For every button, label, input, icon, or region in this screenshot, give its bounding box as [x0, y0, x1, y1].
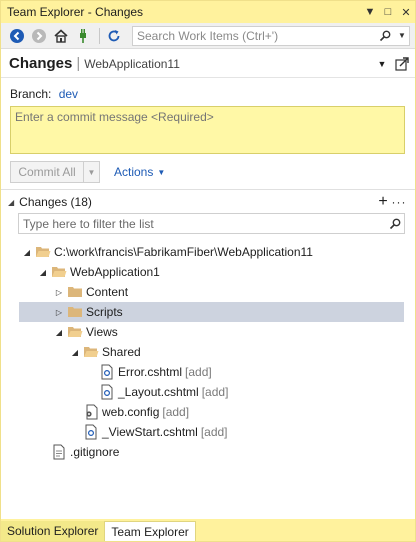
tree-item-label: Error.cshtml [118, 365, 183, 379]
tree-item[interactable]: ◢ Shared [1, 342, 415, 362]
forward-icon[interactable] [29, 26, 49, 46]
change-status-tag: [add] [185, 365, 212, 379]
config-file-icon [83, 404, 99, 420]
branch-row: Branch: dev [10, 87, 78, 101]
header-separator: | [76, 55, 81, 72]
tree-item-label: Shared [102, 345, 141, 359]
expanded-arrow-icon[interactable]: ◢ [37, 268, 49, 277]
folder-icon [67, 304, 83, 320]
tree-item[interactable]: ◢ WebApplication1 [1, 262, 415, 282]
tree-item[interactable]: web.config [add] [1, 402, 415, 422]
toolbar: Search Work Items (Ctrl+') ▼ [1, 23, 415, 49]
changes-count-label: Changes (18) [19, 195, 92, 209]
tree-item[interactable]: ◢ Views [1, 322, 415, 342]
tree-item[interactable]: _ViewStart.cshtml [add] [1, 422, 415, 442]
close-icon[interactable]: ✕ [397, 6, 415, 19]
razor-file-icon [99, 364, 115, 380]
tree-item-label: Content [86, 285, 129, 299]
actions-label: Actions [114, 165, 154, 179]
collapsed-arrow-icon[interactable]: ▷ [53, 288, 65, 297]
folder-open-icon [67, 324, 83, 340]
connect-icon[interactable] [73, 26, 93, 46]
page-header: Changes | WebApplication11 ▼ [1, 50, 415, 78]
repository-name: WebApplication11 [84, 56, 180, 71]
actions-menu[interactable]: Actions ▼ [114, 165, 165, 179]
page-dropdown-icon[interactable]: ▼ [375, 59, 389, 69]
tree-item[interactable]: ▷ Scripts [19, 302, 404, 322]
window-title: Team Explorer - Changes [7, 5, 144, 19]
tab-team-explorer[interactable]: Team Explorer [104, 521, 196, 541]
tree-item[interactable]: ◢ C:\work\francis\FabrikamFiber\WebApplic… [1, 242, 415, 262]
folder-open-icon [83, 344, 99, 360]
title-bar: Team Explorer - Changes ▼ □ ✕ [1, 1, 415, 23]
navigate-out-icon[interactable] [393, 55, 411, 73]
razor-file-icon [99, 384, 115, 400]
tree-item-label: Scripts [86, 305, 123, 319]
page-title[interactable]: Changes [9, 55, 72, 72]
toolbar-separator [99, 27, 100, 44]
refresh-icon[interactable] [104, 26, 124, 46]
commit-all-button[interactable]: Commit All [10, 161, 84, 183]
tab-solution-explorer[interactable]: Solution Explorer [1, 521, 105, 541]
filter-input[interactable]: Type here to filter the list [18, 213, 405, 234]
commit-message-input[interactable] [10, 106, 405, 154]
search-icon[interactable] [379, 30, 395, 42]
text-file-icon [51, 444, 67, 460]
actions-caret-icon: ▼ [157, 167, 166, 177]
folder-open-icon [51, 264, 67, 280]
collapse-triangle-icon[interactable]: ◢ [8, 198, 14, 207]
expanded-arrow-icon[interactable]: ◢ [21, 248, 33, 257]
expanded-arrow-icon[interactable]: ◢ [69, 348, 81, 357]
tree-item-label: WebApplication1 [70, 265, 160, 279]
tree-item[interactable]: ▷ Content [1, 282, 415, 302]
window-menu-icon[interactable]: ▼ [361, 6, 379, 18]
changes-tree: ◢ C:\work\francis\FabrikamFiber\WebApplic… [1, 242, 415, 462]
section-divider [1, 189, 415, 190]
home-icon[interactable] [51, 26, 71, 46]
filter-search-icon[interactable] [386, 218, 404, 230]
tree-item[interactable]: Error.cshtml [add] [1, 362, 415, 382]
expanded-arrow-icon[interactable]: ◢ [53, 328, 65, 337]
commit-actions-row: Commit All ▼ Actions ▼ [10, 160, 165, 184]
maximize-icon[interactable]: □ [379, 6, 397, 18]
branch-link[interactable]: dev [59, 87, 78, 101]
branch-label: Branch: [10, 87, 52, 101]
search-work-items-input[interactable]: Search Work Items (Ctrl+') ▼ [132, 25, 410, 46]
back-icon[interactable] [7, 26, 27, 46]
tree-item-label: _ViewStart.cshtml [102, 425, 198, 439]
search-dropdown-icon[interactable]: ▼ [395, 31, 409, 40]
collapsed-arrow-icon[interactable]: ▷ [53, 308, 65, 317]
more-options-icon[interactable]: ··· [390, 195, 408, 209]
tree-item-label: .gitignore [70, 445, 120, 459]
folder-open-icon [35, 244, 51, 260]
search-placeholder: Search Work Items (Ctrl+') [137, 28, 279, 43]
commit-dropdown-icon[interactable]: ▼ [84, 161, 100, 183]
change-status-tag: [add] [162, 405, 190, 419]
tree-item-label: C:\work\francis\FabrikamFiber\WebApplica… [54, 245, 313, 259]
tree-item-label: Views [86, 325, 118, 339]
tree-item[interactable]: _Layout.cshtml [add] [1, 382, 415, 402]
folder-icon [67, 284, 83, 300]
bottom-tab-strip: Solution Explorer Team Explorer [1, 519, 415, 541]
changes-section-header[interactable]: ◢ Changes (18) + ··· [8, 194, 408, 210]
stage-all-plus-icon[interactable]: + [376, 194, 390, 210]
filter-placeholder: Type here to filter the list [23, 216, 154, 231]
razor-file-icon [83, 424, 99, 440]
tree-item[interactable]: .gitignore [1, 442, 415, 462]
change-status-tag: [add] [201, 385, 229, 399]
tree-item-label: web.config [102, 405, 160, 419]
change-status-tag: [add] [200, 425, 228, 439]
tree-item-label: _Layout.cshtml [118, 385, 199, 399]
